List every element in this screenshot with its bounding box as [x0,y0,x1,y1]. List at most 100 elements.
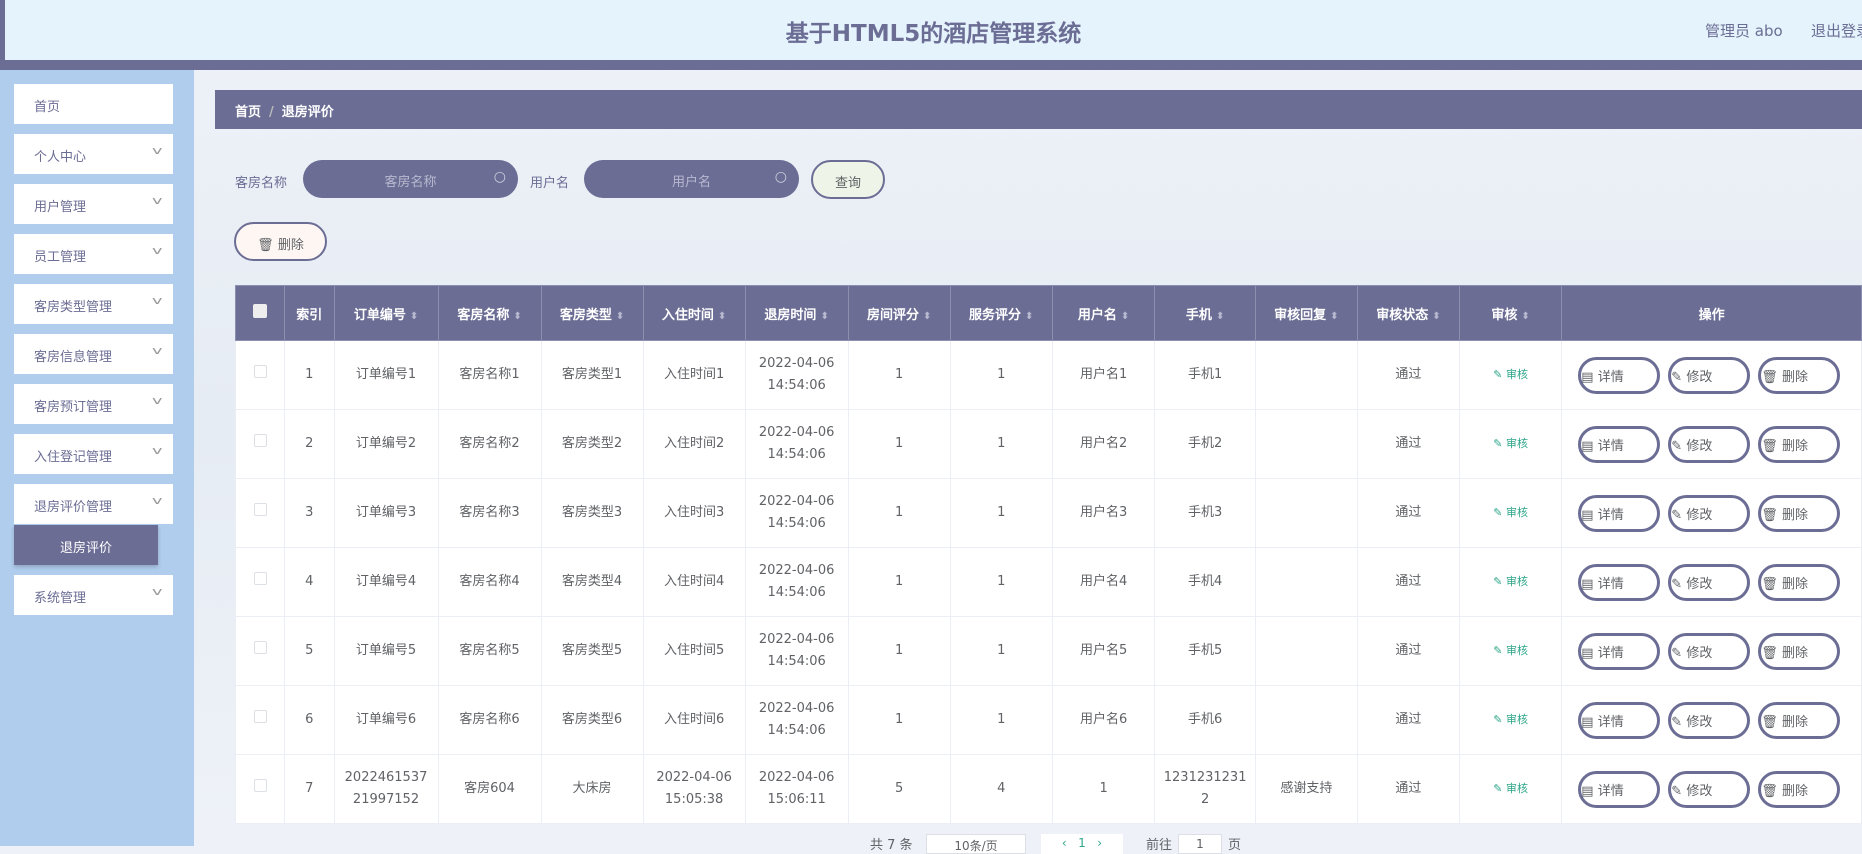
column-header[interactable]: 订单编号 ⬍ [333,285,439,341]
page-size-select[interactable]: 10条/页 [926,834,1026,854]
batch-delete-button[interactable]: 🗑︎ 删除 [234,222,327,261]
next-page-icon[interactable]: › [1097,836,1102,850]
column-header[interactable]: 房间评分 ⬍ [847,285,951,341]
query-button[interactable]: 查询 [811,160,885,199]
row-checkbox[interactable] [234,478,286,548]
edit-button[interactable]: ✎ 修改 [1668,494,1751,532]
sort-icon[interactable]: ⬍ [1330,311,1338,322]
row-checkbox[interactable] [234,685,286,755]
audit-link[interactable]: ✎ 审核 [1493,644,1528,657]
sort-icon[interactable]: ⬍ [1121,311,1129,322]
sort-icon[interactable]: ⬍ [923,311,931,322]
cell-text: 入住时间6 [663,712,725,727]
sidebar-subitem-checkout-review[interactable]: 退房评价 [14,525,158,565]
detail-button[interactable]: ▤ 详情 [1578,494,1661,532]
detail-button[interactable]: ▤ 详情 [1578,701,1661,739]
table-cell: 1 [949,409,1053,479]
delete-button[interactable]: 🗑︎ 删除 [1758,563,1841,601]
table-row: 5 订单编号5 客房名称5 客房类型5 入住时间5 2022-04-06 14:54:06… [234,616,1862,686]
edit-button[interactable]: ✎ 修改 [1668,563,1751,601]
cell-text: 入住时间2 [663,436,725,451]
delete-button[interactable]: 🗑︎ 删除 [1758,632,1841,670]
edit-button[interactable]: ✎ 修改 [1668,356,1751,394]
sidebar-item[interactable]: 员工管理 v [14,234,173,274]
sidebar-item[interactable]: 退房评价管理 v [14,484,173,524]
row-checkbox[interactable] [234,616,286,686]
edit-label: 修改 [1686,438,1713,454]
audit-link[interactable]: ✎ 审核 [1493,368,1528,381]
sort-icon[interactable]: ⬍ [410,311,418,322]
cell-text: 客房名称6 [459,712,520,727]
delete-button[interactable]: 🗑︎ 删除 [1758,770,1841,808]
delete-button[interactable]: 🗑︎ 删除 [1758,425,1841,463]
column-header-label: 索引 [296,307,323,323]
audit-link[interactable]: ✎ 审核 [1493,713,1528,726]
sidebar-item[interactable]: 个人中心 v [14,134,173,174]
column-header[interactable]: 用户名 ⬍ [1051,285,1156,341]
detail-button[interactable]: ▤ 详情 [1578,632,1661,670]
column-header[interactable]: 审核 ⬍ [1458,285,1563,341]
table-cell: 1 [847,685,951,755]
sidebar-item[interactable]: 客房信息管理 v [14,334,173,374]
table-cell: 用户名1 [1051,340,1156,410]
table-cell: 手机6 [1154,685,1256,755]
edit-button[interactable]: ✎ 修改 [1668,701,1751,739]
row-checkbox[interactable] [234,409,286,479]
chevron-down-icon: v [152,294,163,307]
select-all-checkbox[interactable] [234,285,286,341]
username-input[interactable]: 用户名 ○ [584,160,799,198]
column-header[interactable]: 退房时间 ⬍ [744,285,849,341]
sidebar-item[interactable]: 系统管理 v [14,575,173,615]
detail-button[interactable]: ▤ 详情 [1578,356,1661,394]
delete-button[interactable]: 🗑︎ 删除 [1758,494,1841,532]
delete-button[interactable]: 🗑︎ 删除 [1758,356,1841,394]
row-checkbox[interactable] [234,340,286,410]
row-checkbox[interactable] [234,547,286,617]
sort-icon[interactable]: ⬍ [1521,311,1529,322]
edit-button[interactable]: ✎ 修改 [1668,632,1751,670]
sort-icon[interactable]: ⬍ [718,311,726,322]
column-header[interactable]: 审核状态 ⬍ [1356,285,1460,341]
column-header[interactable]: 客房名称 ⬍ [437,285,542,341]
column-header[interactable]: 审核回复 ⬍ [1254,285,1358,341]
sort-icon[interactable]: ⬍ [1025,311,1033,322]
breadcrumb-home[interactable]: 首页 [235,105,261,120]
sort-icon[interactable]: ⬍ [1432,311,1440,322]
sort-icon[interactable]: ⬍ [1216,311,1224,322]
cell-text: 手机4 [1187,574,1223,589]
prev-page-icon[interactable]: ‹ [1062,836,1067,850]
audit-link[interactable]: ✎ 审核 [1493,782,1528,795]
edit-button[interactable]: ✎ 修改 [1668,770,1751,808]
goto-page-input[interactable]: 1 [1178,834,1222,854]
delete-button[interactable]: 🗑︎ 删除 [1758,701,1841,739]
room-name-input[interactable]: 客房名称 ○ [303,160,518,198]
current-page[interactable]: 1 [1078,836,1086,850]
audit-label: 审核 [1505,782,1528,795]
detail-button[interactable]: ▤ 详情 [1578,425,1661,463]
sidebar-item[interactable]: 入住登记管理 v [14,434,173,474]
audit-link[interactable]: ✎ 审核 [1493,506,1528,519]
table-cell: 入住时间3 [642,478,746,548]
sort-icon[interactable]: ⬍ [513,311,521,322]
audit-link[interactable]: ✎ 审核 [1493,437,1528,450]
sidebar-item[interactable]: 用户管理 v [14,184,173,224]
row-checkbox[interactable] [234,754,286,824]
column-header[interactable]: 手机 ⬍ [1154,285,1256,341]
audit-link[interactable]: ✎ 审核 [1493,575,1528,588]
actions-cell: ▤ 详情 ✎ 修改 🗑︎ 删除 [1561,685,1862,755]
column-header[interactable]: 客房类型 ⬍ [540,285,644,341]
sidebar-item[interactable]: 客房类型管理 v [14,284,173,324]
logout-link[interactable]: 退出登录 [1811,20,1862,41]
sort-icon[interactable]: ⬍ [616,311,624,322]
column-header[interactable]: 入住时间 ⬍ [642,285,746,341]
pagination-pager[interactable]: ‹ 1 › [1041,834,1123,854]
column-header[interactable]: 服务评分 ⬍ [949,285,1053,341]
table-cell: 5 [847,754,951,824]
sidebar-item[interactable]: 客房预订管理 v [14,384,173,424]
sort-icon[interactable]: ⬍ [820,311,828,322]
detail-button[interactable]: ▤ 详情 [1578,770,1661,808]
detail-button[interactable]: ▤ 详情 [1578,563,1661,601]
edit-button[interactable]: ✎ 修改 [1668,425,1751,463]
chevron-down-icon: v [152,144,163,157]
sidebar-item[interactable]: 首页 [14,84,173,124]
